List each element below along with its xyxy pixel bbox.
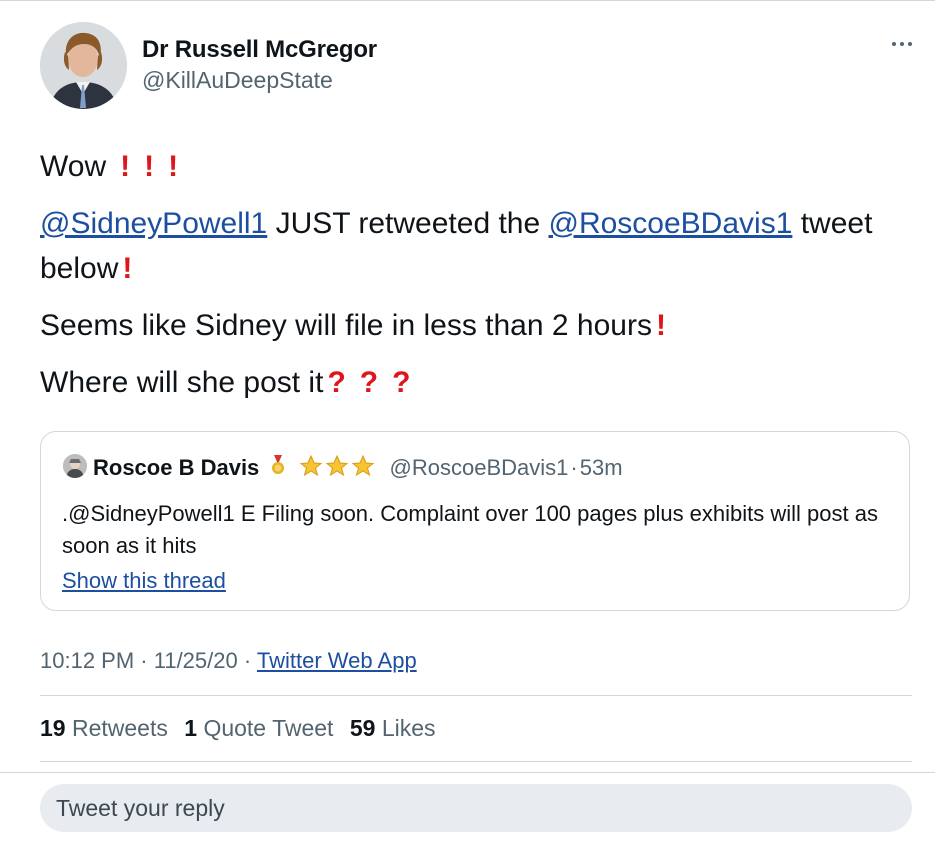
tweet-line-3-text: Seems like Sidney will file in less than… <box>40 309 652 342</box>
quoted-author-avatar[interactable] <box>63 454 87 478</box>
tweet-body: Wow!!! @SidneyPowell1 JUST retweeted the… <box>40 144 910 417</box>
engagement-stats: 19 Retweets 1 Quote Tweet 59 Likes <box>40 715 446 742</box>
quoted-separator: · <box>570 455 578 480</box>
medal-star-emojis <box>272 454 375 477</box>
question-mark-icon: ? <box>392 366 411 399</box>
section-divider <box>0 772 935 773</box>
tweet-source-link[interactable]: Twitter Web App <box>257 648 417 673</box>
retweets-label: Retweets <box>71 715 168 741</box>
question-mark-icon: ? <box>359 366 379 399</box>
tweet-line-4: Where will she post it??? <box>40 360 910 405</box>
quoted-author-name[interactable]: Roscoe B Davis <box>93 455 259 480</box>
tweet-meta: 10:12 PM · 11/25/20 · Twitter Web App <box>40 648 417 674</box>
author-handle[interactable]: @KillAuDeepState <box>142 67 333 94</box>
divider <box>40 695 912 696</box>
author-avatar[interactable] <box>40 22 127 109</box>
tweet-line-2: @SidneyPowell1 JUST retweeted the @Rosco… <box>40 201 910 291</box>
exclamation-icon: ! <box>168 150 179 183</box>
divider <box>40 761 912 762</box>
exclamation-icon: ! <box>655 309 666 342</box>
quoted-time[interactable]: 53m <box>580 455 623 480</box>
retweets-stat[interactable]: 19 Retweets <box>40 715 168 741</box>
quoted-tweet-text: .@SidneyPowell1 E Filing soon. Complaint… <box>62 501 878 558</box>
tweet-line-4-text: Where will she post it <box>40 366 324 399</box>
mention-roscoebdavis1[interactable]: @RoscoeBDavis1 <box>549 207 793 240</box>
quote-tweets-label: Quote Tweet <box>203 715 334 741</box>
retweets-count: 19 <box>40 715 66 741</box>
meta-separator: · <box>237 648 257 673</box>
meta-separator: · <box>134 648 154 673</box>
top-divider <box>0 0 935 1</box>
reply-input[interactable]: Tweet your reply <box>40 784 912 832</box>
tweet-date[interactable]: 11/25/20 <box>154 648 238 673</box>
exclamation-icon: ! <box>144 150 155 183</box>
likes-stat[interactable]: 59 Likes <box>350 715 436 741</box>
tweet-line-1-text: Wow <box>40 150 107 183</box>
tweet-line-1: Wow!!! <box>40 144 910 189</box>
exclamation-icon: ! <box>122 252 133 285</box>
question-mark-icon: ? <box>327 366 346 399</box>
show-thread-link[interactable]: Show this thread <box>62 568 226 594</box>
tweet-time[interactable]: 10:12 PM <box>40 648 134 673</box>
emoji-badges <box>269 454 377 484</box>
quote-tweets-count: 1 <box>184 715 198 741</box>
reply-placeholder: Tweet your reply <box>56 795 225 821</box>
likes-label: Likes <box>381 715 436 741</box>
mention-sidneypowell1[interactable]: @SidneyPowell1 <box>40 207 267 240</box>
author-name[interactable]: Dr Russell McGregor <box>142 36 377 64</box>
quote-tweets-stat[interactable]: 1 Quote Tweet <box>184 715 333 741</box>
tweet-line-3: Seems like Sidney will file in less than… <box>40 303 910 348</box>
tweet-line-2-middle: JUST retweeted the <box>267 207 549 240</box>
quoted-header: Roscoe B Davis @RoscoeBDavis1·53m <box>93 454 623 484</box>
more-options-icon[interactable] <box>892 38 914 50</box>
exclamation-icon: ! <box>120 150 131 183</box>
likes-count: 59 <box>349 715 376 741</box>
quoted-tweet-card[interactable]: Roscoe B Davis @RoscoeBDavis1·53m .@Sidn… <box>40 431 910 611</box>
quoted-author-handle[interactable]: @RoscoeBDavis1 <box>390 455 569 480</box>
